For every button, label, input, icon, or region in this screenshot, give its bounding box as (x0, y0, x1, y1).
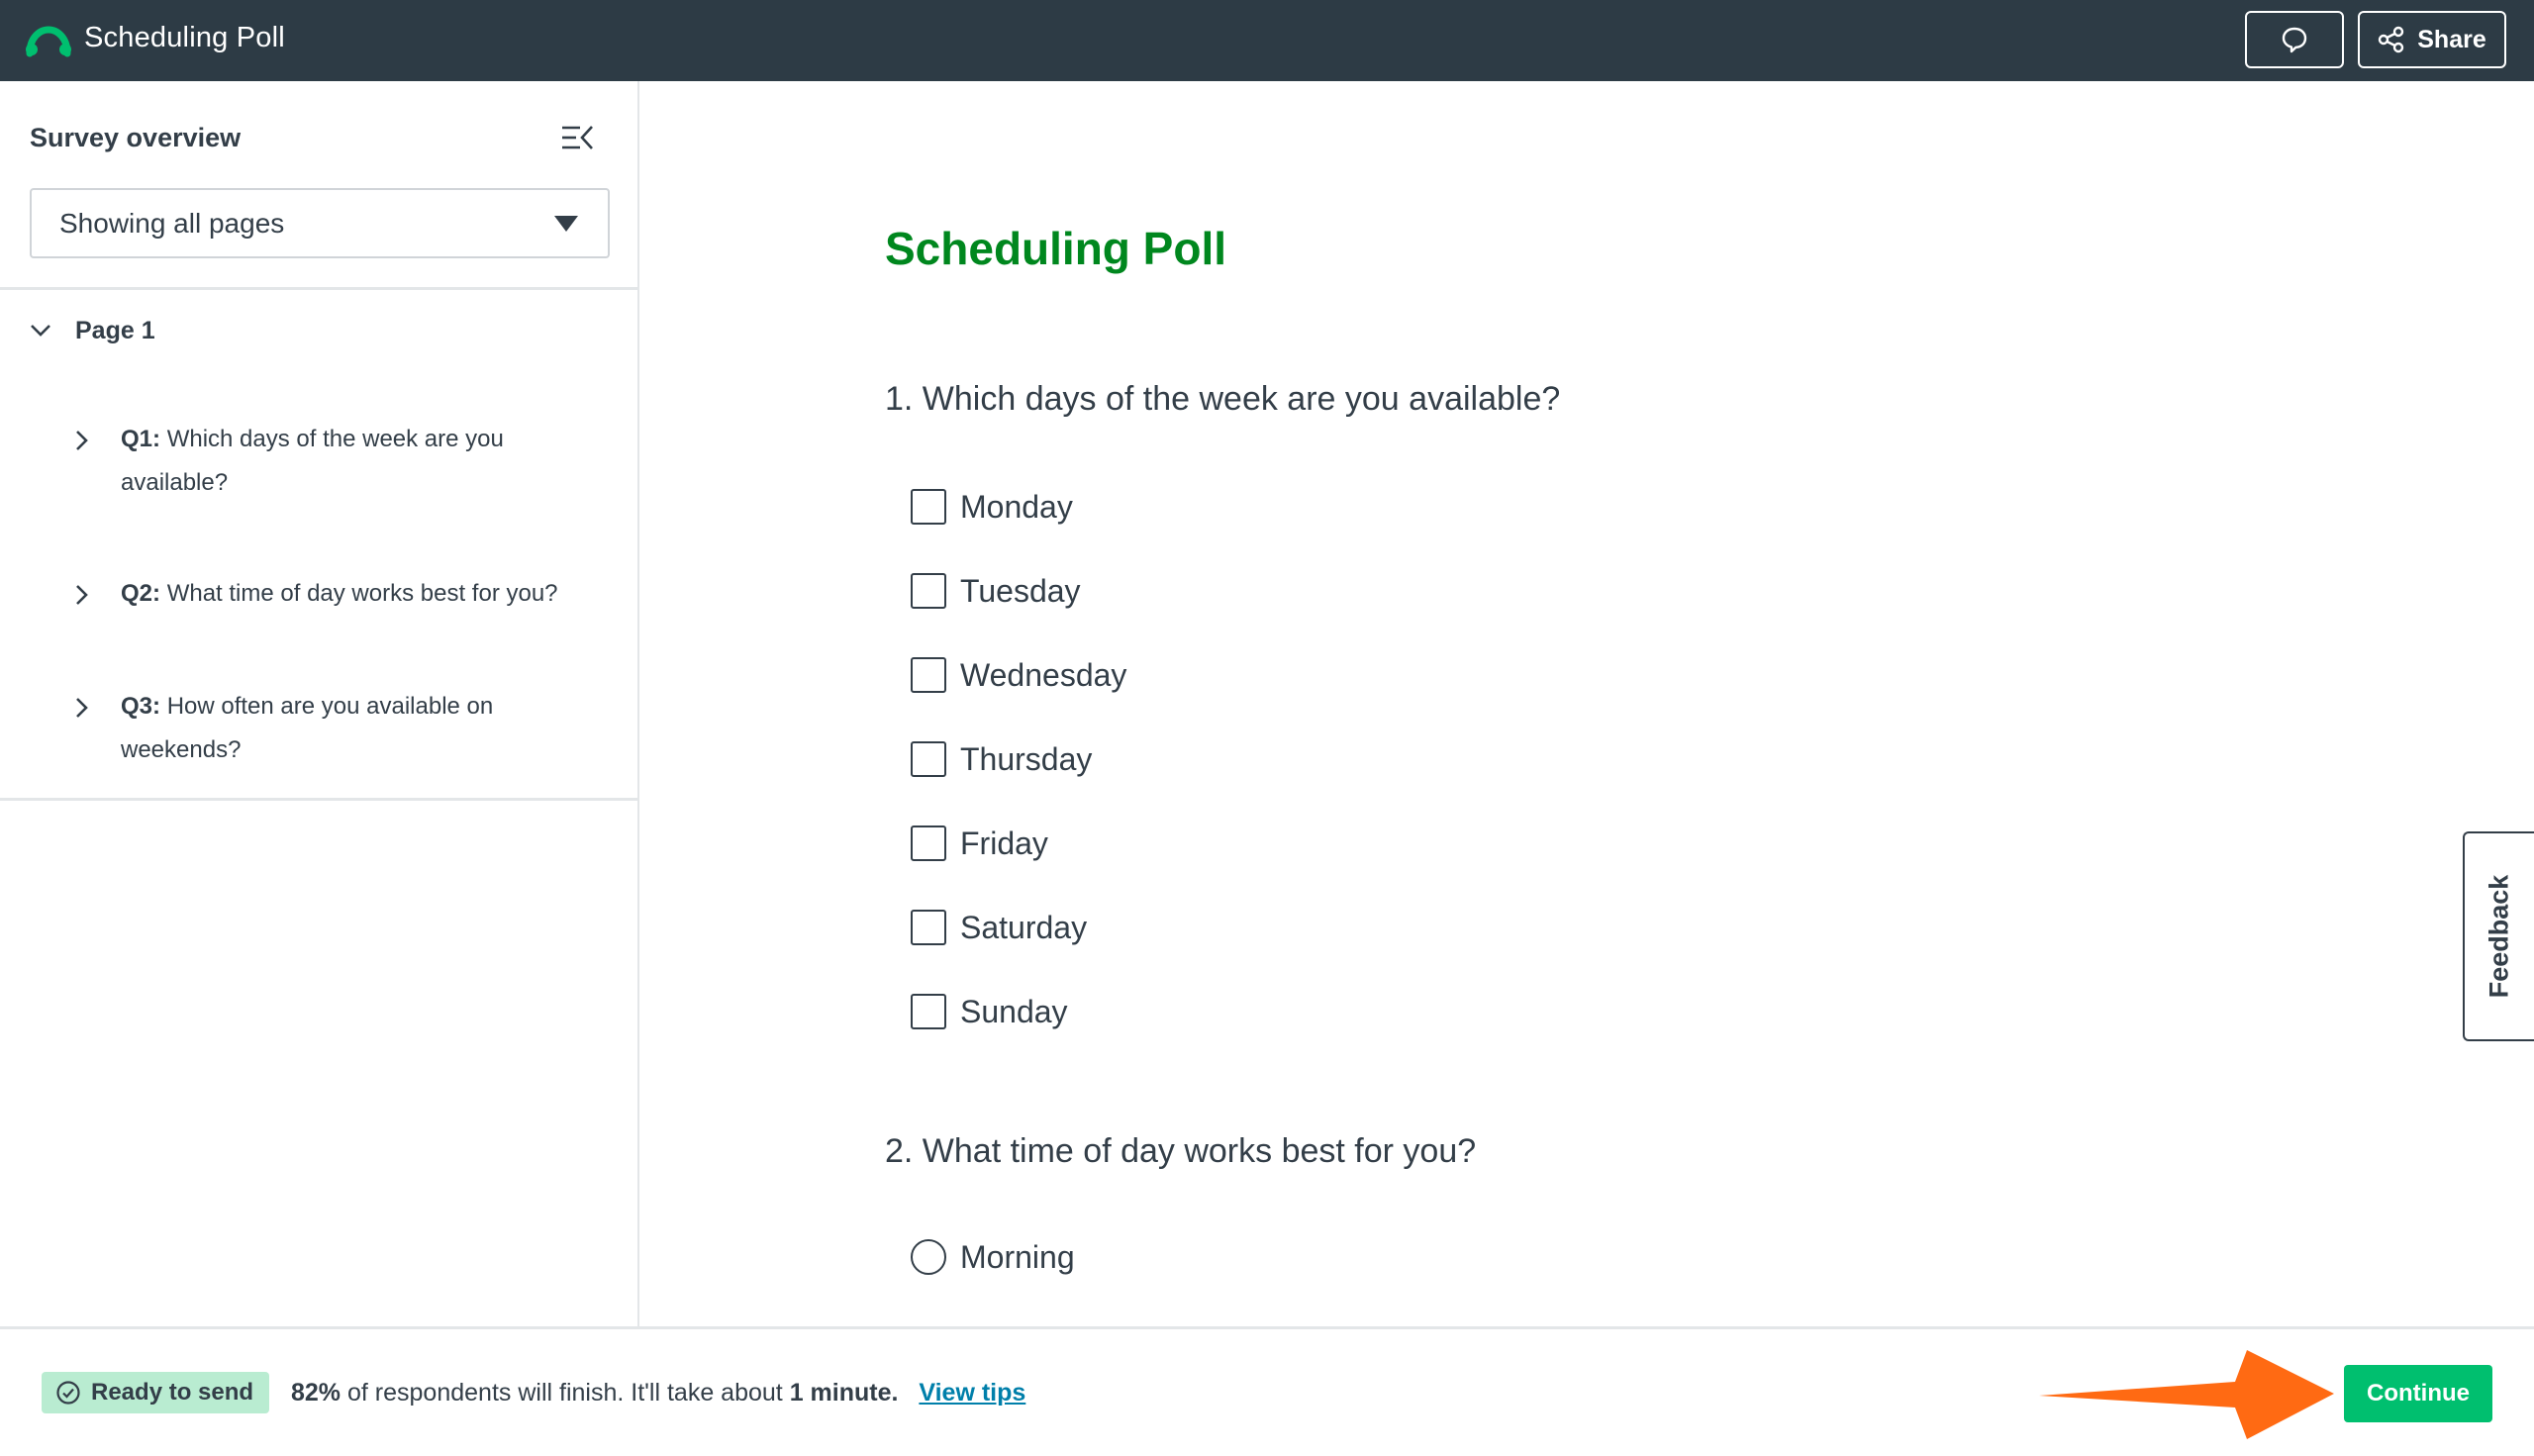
sidebar-divider (0, 798, 637, 801)
sidebar-divider (0, 287, 637, 290)
page-label: Page 1 (75, 316, 155, 344)
question-text: What time of day works best for you? (166, 580, 558, 607)
sidebar-question-2[interactable]: Q2: What time of day works best for you? (75, 572, 610, 620)
feedback-label: Feedback (2484, 874, 2514, 999)
question-text: Which days of the week are you available… (121, 426, 504, 496)
survey-title: Scheduling Poll (885, 223, 1227, 274)
surveymonkey-logo-icon[interactable] (26, 24, 71, 57)
option-label: Tuesday (960, 572, 1081, 609)
continue-button[interactable]: Continue (2344, 1365, 2492, 1422)
chevron-down-icon (31, 325, 50, 337)
question-number: Q3: (121, 693, 161, 720)
checkbox[interactable] (911, 657, 946, 693)
annotation-arrow-icon (2039, 1350, 2334, 1439)
option-label: Thursday (960, 740, 1093, 777)
option-label: Saturday (960, 909, 1088, 945)
option-label: Sunday (960, 993, 1068, 1029)
top-bar: Scheduling Poll Share (0, 0, 2534, 81)
view-tips-link[interactable]: View tips (919, 1379, 1025, 1407)
page-filter-dropdown[interactable]: Showing all pages (30, 188, 610, 258)
option-friday[interactable]: Friday (911, 824, 1048, 863)
option-label: Morning (960, 1238, 1075, 1275)
option-sunday[interactable]: Sunday (911, 992, 1068, 1031)
chevron-right-icon (76, 431, 88, 450)
option-monday[interactable]: Monday (911, 487, 1073, 527)
caret-down-icon (554, 216, 578, 232)
survey-name: Scheduling Poll (84, 22, 285, 53)
completion-message: 82% of respondents will finish. It'll ta… (291, 1379, 1025, 1407)
sidebar-question-1[interactable]: Q1: Which days of the week are you avail… (75, 418, 610, 509)
checkbox[interactable] (911, 994, 946, 1029)
feedback-tab[interactable]: Feedback (2463, 831, 2534, 1041)
completion-text: of respondents will finish. It'll take a… (341, 1379, 790, 1407)
question-text: How often are you available on weekends? (121, 693, 494, 763)
radio-button[interactable] (911, 1239, 946, 1275)
sidebar-page-1[interactable]: Page 1 (30, 311, 155, 350)
option-label: Monday (960, 488, 1073, 525)
chevron-right-icon (76, 585, 88, 605)
ready-status-badge: Ready to send (42, 1372, 269, 1413)
option-label: Wednesday (960, 656, 1127, 693)
ready-status-label: Ready to send (91, 1379, 254, 1406)
option-tuesday[interactable]: Tuesday (911, 571, 1081, 611)
option-label: Friday (960, 825, 1048, 861)
option-morning[interactable]: Morning (911, 1237, 1075, 1277)
checkbox[interactable] (911, 741, 946, 777)
checkbox[interactable] (911, 573, 946, 609)
chevron-right-icon (76, 698, 88, 718)
survey-overview-sidebar: Survey overview Showing all pages Page 1… (0, 81, 639, 1326)
option-wednesday[interactable]: Wednesday (911, 655, 1126, 695)
comments-button[interactable] (2245, 11, 2344, 68)
share-nodes-icon (2379, 26, 2404, 53)
check-circle-icon (56, 1381, 80, 1405)
question-2-title: 2. What time of day works best for you? (885, 1132, 1477, 1170)
question-1-title: 1. Which days of the week are you availa… (885, 380, 1561, 418)
sidebar-heading: Survey overview (30, 123, 242, 152)
share-button-label: Share (2417, 25, 2486, 53)
sidebar-question-3[interactable]: Q3: How often are you available on weeke… (75, 685, 610, 776)
completion-percent: 82% (291, 1379, 341, 1407)
page-filter-value: Showing all pages (59, 207, 285, 239)
question-number: Q1: (121, 426, 161, 452)
completion-duration: 1 minute. (789, 1379, 899, 1407)
share-button[interactable]: Share (2358, 11, 2506, 68)
option-saturday[interactable]: Saturday (911, 908, 1087, 947)
checkbox[interactable] (911, 489, 946, 525)
survey-preview: Scheduling Poll 1. Which days of the wee… (639, 81, 2534, 1326)
comment-bubble-icon (2282, 27, 2307, 53)
question-number: Q2: (121, 580, 161, 607)
collapse-sidebar-icon[interactable] (560, 123, 594, 152)
option-thursday[interactable]: Thursday (911, 739, 1092, 779)
checkbox[interactable] (911, 825, 946, 861)
checkbox[interactable] (911, 910, 946, 945)
